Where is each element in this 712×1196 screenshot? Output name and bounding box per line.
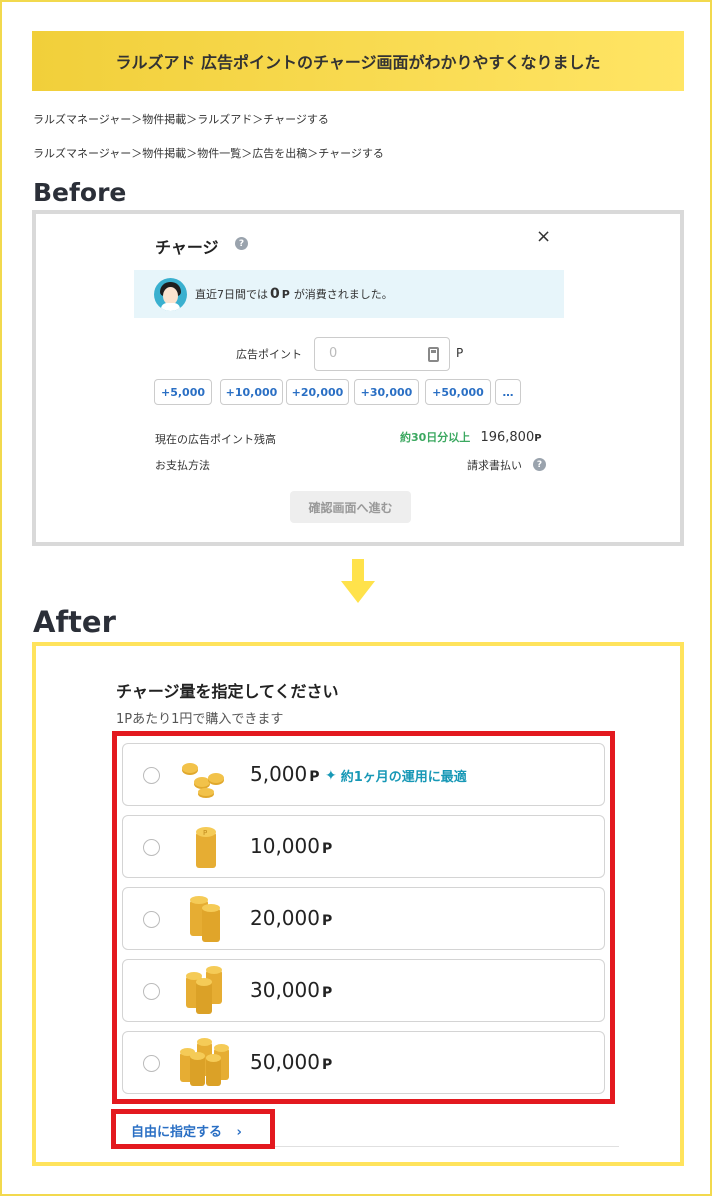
recommend-badge: ✦ 約1ヶ月の運用に最適: [325, 767, 467, 786]
option-20000[interactable]: 20,000 P: [122, 887, 605, 950]
option-50000[interactable]: 50,000 P: [122, 1031, 605, 1094]
chip-50000[interactable]: +50,000: [425, 379, 491, 405]
coin-stacks-icon: [190, 896, 220, 942]
help-icon[interactable]: ?: [235, 237, 248, 250]
coin-stack-icon: P: [196, 827, 216, 868]
down-arrow-icon: [341, 559, 375, 603]
banner-title: ラルズアド 広告ポイントのチャージ画面がわかりやすくなりました: [115, 53, 601, 72]
coin-pile-icon: [182, 763, 224, 798]
radio-10000[interactable]: [143, 839, 160, 856]
divider: [275, 1146, 619, 1147]
point-placeholder: 0: [329, 346, 338, 361]
amount-50000: 50,000 P: [250, 1050, 333, 1074]
notice-unit: P: [281, 287, 290, 301]
breadcrumb-1: ラルズマネージャー＞物件掲載＞ラルズアド＞チャージする: [33, 113, 329, 126]
chip-more[interactable]: …: [495, 379, 521, 405]
chip-5000[interactable]: +5,000: [154, 379, 212, 405]
coin-stacks-icon: [180, 1038, 229, 1086]
breadcrumb-2: ラルズマネージャー＞物件掲載＞物件一覧＞広告を出稿＞チャージする: [33, 147, 384, 160]
radio-30000[interactable]: [143, 983, 160, 1000]
calculator-icon[interactable]: [428, 347, 439, 362]
option-30000[interactable]: 30,000 P: [122, 959, 605, 1022]
balance-unit: P: [534, 433, 542, 444]
before-heading: Before: [33, 178, 127, 207]
radio-20000[interactable]: [143, 911, 160, 928]
sparkle-icon: ✦: [325, 767, 337, 784]
confirm-button[interactable]: 確認画面へ進む: [290, 491, 411, 523]
charge-title: チャージ量を指定してください: [116, 682, 339, 701]
consumption-notice: 直近7日間では 0 P が消費されました。: [134, 270, 564, 318]
radio-50000[interactable]: [143, 1055, 160, 1072]
option-10000[interactable]: P 10,000 P: [122, 815, 605, 878]
chip-30000[interactable]: +30,000: [354, 379, 419, 405]
after-screenshot: チャージ量を指定してください 1Pあたり1円で購入できます 5,000 P ✦ 約…: [32, 642, 684, 1166]
amount-5000: 5,000 P: [250, 762, 320, 786]
radio-5000[interactable]: [143, 767, 160, 784]
notice-suffix: が消費されました。: [293, 288, 393, 301]
point-label: 広告ポイント: [236, 348, 302, 361]
free-input-link[interactable]: 自由に指定する ›: [131, 1121, 242, 1140]
payment-label: お支払方法: [155, 459, 210, 472]
dialog-title: チャージ: [155, 238, 219, 257]
options-highlight: 5,000 P ✦ 約1ヶ月の運用に最適 P 10,000 P 20,000 P…: [112, 731, 615, 1104]
payment-value: 請求書払い: [467, 459, 522, 472]
avatar: [154, 277, 187, 311]
free-input-highlight: 自由に指定する ›: [111, 1109, 275, 1149]
chevron-right-icon: ›: [236, 1125, 242, 1140]
announcement-banner: ラルズアド 広告ポイントのチャージ画面がわかりやすくなりました: [32, 31, 684, 91]
point-unit: P: [456, 346, 464, 360]
balance-hint: 約30日分以上: [400, 431, 471, 444]
option-5000[interactable]: 5,000 P ✦ 約1ヶ月の運用に最適: [122, 743, 605, 806]
balance-value: 196,800: [480, 430, 535, 445]
amount-20000: 20,000 P: [250, 906, 333, 930]
balance-label: 現在の広告ポイント残高: [155, 433, 276, 446]
chip-10000[interactable]: +10,000: [220, 379, 283, 405]
balance-row: 約30日分以上 196,800P: [400, 429, 542, 445]
coin-stacks-icon: [186, 966, 222, 1014]
after-heading: After: [33, 605, 116, 639]
charge-subtitle: 1Pあたり1円で購入できます: [116, 712, 284, 727]
svg-text:P: P: [203, 829, 207, 837]
notice-value: 0: [270, 286, 280, 302]
amount-10000: 10,000 P: [250, 834, 333, 858]
notice-prefix: 直近7日間では: [195, 288, 268, 301]
close-icon[interactable]: ×: [536, 226, 551, 247]
chip-20000[interactable]: +20,000: [286, 379, 349, 405]
amount-30000: 30,000 P: [250, 978, 333, 1002]
payment-help-icon[interactable]: ?: [533, 458, 546, 471]
before-screenshot: チャージ ? × 直近7日間では 0 P が消費されました。 広告ポイント 0 …: [32, 210, 684, 546]
point-input[interactable]: 0: [314, 337, 450, 371]
